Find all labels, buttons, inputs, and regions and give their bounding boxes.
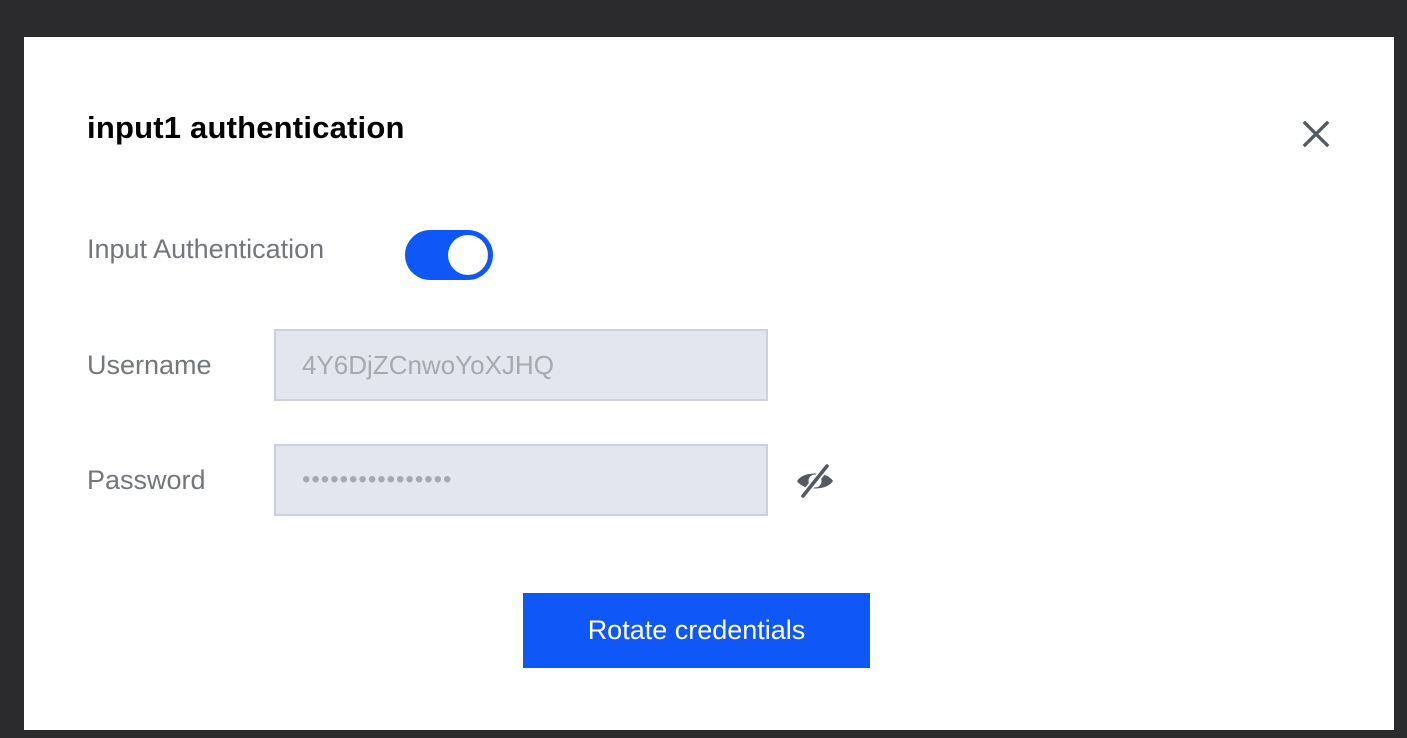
username-field[interactable]	[274, 329, 768, 401]
password-field[interactable]: ••••••••••••••••	[274, 444, 768, 516]
authentication-dialog: input1 authentication Input Authenticati…	[24, 37, 1394, 730]
password-masked-value: ••••••••••••••••	[302, 466, 453, 493]
input-authentication-toggle[interactable]	[405, 230, 493, 280]
password-label: Password	[87, 465, 206, 495]
eye-slash-icon	[797, 462, 833, 500]
toggle-knob	[448, 235, 488, 275]
close-icon	[1302, 120, 1330, 148]
toggle-password-visibility-button[interactable]	[794, 462, 836, 500]
rotate-credentials-button[interactable]: Rotate credentials	[523, 593, 870, 668]
close-button[interactable]	[1296, 114, 1336, 154]
input-authentication-label: Input Authentication	[87, 234, 325, 264]
username-label: Username	[87, 350, 212, 380]
dialog-title: input1 authentication	[87, 110, 405, 145]
